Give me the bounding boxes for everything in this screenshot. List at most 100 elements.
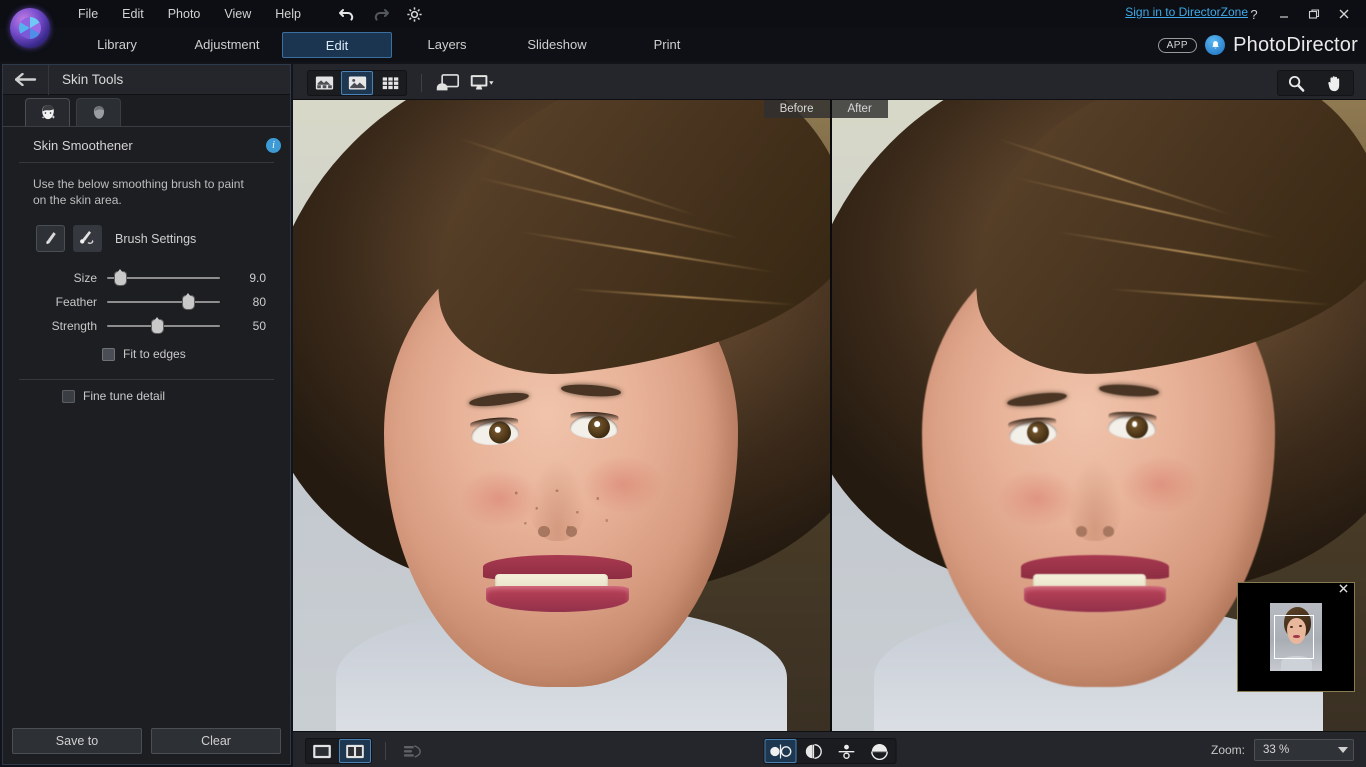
- eye-right: [1107, 414, 1156, 440]
- app-badge[interactable]: APP: [1158, 38, 1198, 53]
- info-icon[interactable]: i: [266, 138, 281, 153]
- chevron-down-icon[interactable]: [1338, 747, 1348, 753]
- signin-link[interactable]: Sign in to DirectorZone: [1125, 5, 1248, 19]
- zoom-value: 33 %: [1263, 744, 1289, 756]
- window-controls: ?: [1240, 2, 1358, 26]
- menu-item-photo[interactable]: Photo: [156, 0, 213, 28]
- checkbox-row-fit-to-edges: Fit to edges: [3, 347, 290, 361]
- brand-name: PhotoDirector: [1233, 34, 1358, 57]
- menu-item-file[interactable]: File: [66, 0, 110, 28]
- tab-library[interactable]: Library: [62, 32, 172, 58]
- toolbar-separator: [421, 74, 422, 92]
- lower-lip: [486, 586, 629, 612]
- view-mode-segment: [307, 70, 407, 96]
- navigator-panel[interactable]: [1237, 582, 1355, 692]
- undo-icon[interactable]: [337, 4, 357, 24]
- close-icon[interactable]: [1339, 584, 1351, 596]
- gear-icon[interactable]: [405, 4, 425, 24]
- tab-print[interactable]: Print: [612, 32, 722, 58]
- eyelash-right: [1108, 411, 1156, 421]
- image-canvas[interactable]: Before: [293, 100, 1366, 731]
- slider-row-feather: Feather 80: [3, 290, 290, 314]
- view-mode-group: [307, 70, 503, 96]
- sidebar-tabstrip: [3, 95, 290, 127]
- eyebrow-left: [469, 390, 530, 408]
- menu-item-view[interactable]: View: [212, 0, 263, 28]
- eyebrow-left: [1007, 390, 1068, 408]
- single-pane-icon[interactable]: [306, 739, 338, 763]
- compare-top-bottom-icon[interactable]: [830, 739, 862, 763]
- hand-tool-icon[interactable]: [1316, 71, 1353, 95]
- module-tab-bar: Library Adjustment Edit Layers Slideshow…: [0, 28, 1366, 62]
- minimize-button[interactable]: [1270, 2, 1298, 26]
- eye-left: [470, 419, 520, 447]
- menu-item-help[interactable]: Help: [263, 0, 313, 28]
- zoom-select[interactable]: 33 %: [1254, 739, 1354, 761]
- notification-bell-icon[interactable]: [1205, 35, 1225, 55]
- stack-curve-icon[interactable]: [399, 739, 427, 763]
- before-photo: [293, 100, 830, 731]
- tab-adjustment[interactable]: Adjustment: [172, 32, 282, 58]
- help-button[interactable]: ?: [1240, 2, 1268, 26]
- restore-button[interactable]: [1300, 2, 1328, 26]
- slider-value-feather: 80: [220, 295, 266, 309]
- slider-knob-strength[interactable]: [152, 320, 163, 333]
- slider-knob-feather[interactable]: [183, 296, 194, 309]
- clear-button[interactable]: Clear: [151, 728, 281, 754]
- body-shaper-icon: [89, 103, 109, 123]
- app-logo-icon[interactable]: [10, 8, 50, 48]
- bottom-left-tools: [305, 738, 427, 764]
- back-arrow-icon[interactable]: [3, 65, 49, 95]
- navigator-viewport-rect[interactable]: [1274, 615, 1314, 659]
- history-controls: [337, 0, 425, 28]
- compare-mode-segment: [763, 738, 896, 764]
- brush-tool-icon[interactable]: [36, 225, 65, 252]
- bottom-separator: [385, 742, 386, 760]
- fullscreen-icon[interactable]: [431, 71, 463, 95]
- menu-bar: File Edit Photo View Help: [66, 0, 425, 28]
- slider-label-strength: Strength: [3, 319, 107, 333]
- pane-before[interactable]: Before: [293, 100, 830, 731]
- mouth-shape: [1021, 555, 1169, 612]
- slider-row-size: Size 9.0: [3, 266, 290, 290]
- checkbox-fine-tune-detail[interactable]: [62, 390, 75, 403]
- zoom-tool-icon[interactable]: [1278, 71, 1315, 95]
- photo-viewer: Before: [293, 64, 1366, 767]
- help-text: Use the below smoothing brush to paint o…: [3, 163, 290, 208]
- slider-track-strength[interactable]: [107, 319, 220, 333]
- sidebar-tab-face-skin[interactable]: [25, 98, 70, 126]
- grid-view-icon[interactable]: [374, 71, 406, 95]
- compare-overlay-icon[interactable]: [863, 739, 895, 763]
- page-title: Skin Tools: [49, 72, 123, 87]
- slider-label-size: Size: [3, 271, 107, 285]
- menu-item-edit[interactable]: Edit: [110, 0, 156, 28]
- tab-layers[interactable]: Layers: [392, 32, 502, 58]
- sidebar-tab-body-shaper[interactable]: [76, 98, 121, 126]
- title-bar: File Edit Photo View Help: [0, 0, 1366, 28]
- compare-side-by-side-icon[interactable]: [764, 739, 796, 763]
- lower-lip: [1024, 586, 1166, 612]
- photodirector-window: File Edit Photo View Help: [0, 0, 1366, 767]
- brush-settings-icon[interactable]: [73, 225, 102, 252]
- tab-slideshow[interactable]: Slideshow: [502, 32, 612, 58]
- compare-view-icon[interactable]: [308, 71, 340, 95]
- compare-split-icon[interactable]: [797, 739, 829, 763]
- second-monitor-icon[interactable]: [463, 71, 503, 95]
- zoom-label: Zoom:: [1211, 743, 1245, 757]
- redo-icon[interactable]: [371, 4, 391, 24]
- close-button[interactable]: [1330, 2, 1358, 26]
- slider-knob-size[interactable]: [115, 272, 126, 285]
- single-photo-icon[interactable]: [341, 71, 373, 95]
- viewer-tools-segment: [1277, 70, 1354, 96]
- pane-layout-segment: [305, 738, 372, 764]
- checkbox-fit-to-edges[interactable]: [102, 348, 115, 361]
- split-pane-icon[interactable]: [339, 739, 371, 763]
- save-to-button[interactable]: Save to: [12, 728, 142, 754]
- eye-right: [570, 414, 619, 440]
- navigator-thumbnail: [1270, 603, 1322, 671]
- slider-track-size[interactable]: [107, 271, 220, 285]
- tab-edit[interactable]: Edit: [282, 32, 392, 58]
- after-label: After: [832, 100, 888, 118]
- eye-left: [1008, 419, 1057, 447]
- slider-track-feather[interactable]: [107, 295, 220, 309]
